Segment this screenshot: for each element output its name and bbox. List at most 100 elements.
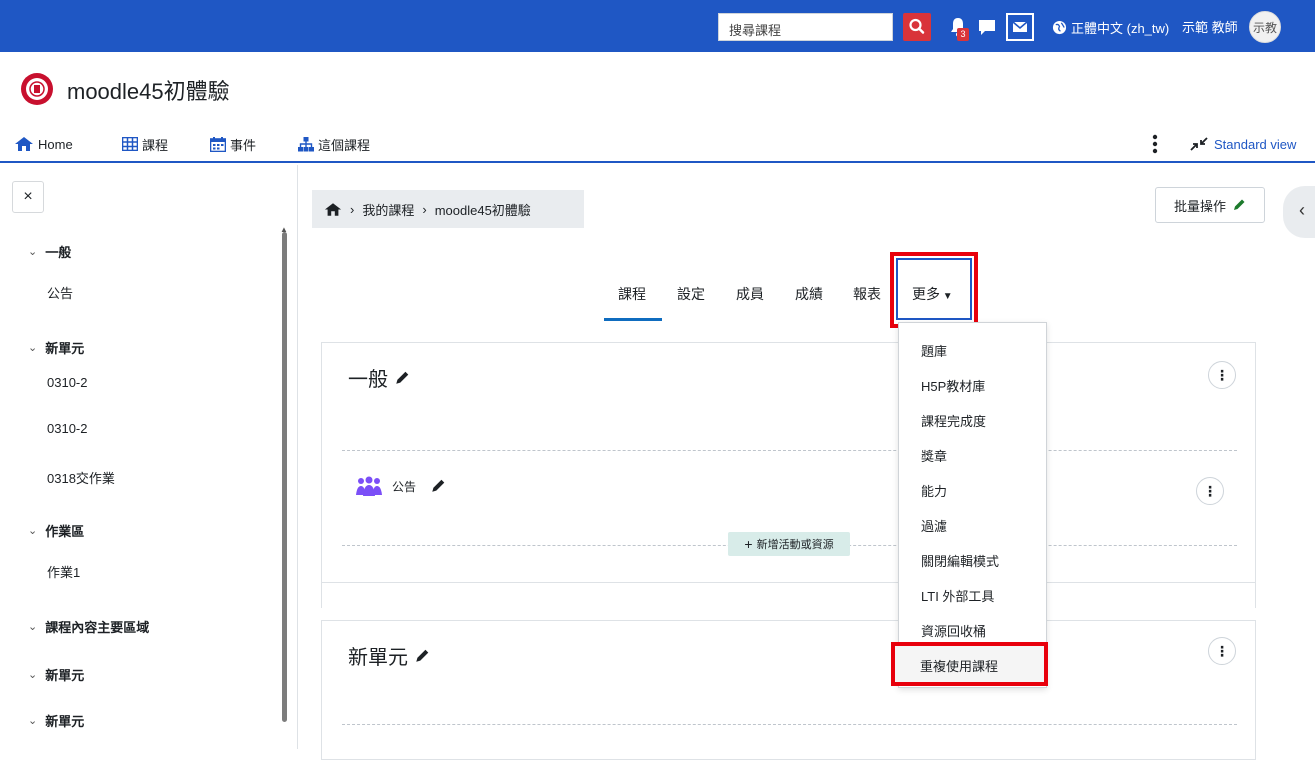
home-icon bbox=[15, 137, 33, 151]
course-index-activity[interactable]: 0310-2 bbox=[47, 421, 87, 436]
course-index-activity[interactable]: 0310-2 bbox=[47, 375, 87, 390]
menu-item-course-reuse-highlighted[interactable]: 重複使用課程 bbox=[891, 642, 1048, 686]
compress-arrows-icon bbox=[1190, 137, 1208, 151]
nav-this-course-label: 這個課程 bbox=[318, 137, 371, 153]
notification-count-badge: 3 bbox=[957, 28, 969, 41]
drawer-scrollbar[interactable] bbox=[282, 232, 287, 722]
messages-button[interactable] bbox=[1006, 13, 1034, 41]
bulk-edit-label: 批量操作 bbox=[1173, 198, 1226, 214]
plus-icon: + bbox=[744, 536, 753, 552]
menu-item-turn-editing-off[interactable]: 關閉編輯模式 bbox=[921, 551, 999, 570]
tab-settings[interactable]: 設定 bbox=[677, 284, 705, 304]
menu-item-course-completion[interactable]: 課程完成度 bbox=[921, 411, 986, 430]
standard-view-toggle[interactable]: Standard view bbox=[1190, 134, 1296, 154]
breadcrumb-separator-icon: › bbox=[422, 201, 427, 217]
course-index-section[interactable]: ⌄ 一般 bbox=[28, 242, 71, 261]
section-title: 一般 bbox=[45, 245, 72, 260]
active-tab-indicator bbox=[604, 318, 662, 321]
bulk-edit-button[interactable]: 批量操作 bbox=[1155, 187, 1265, 223]
avatar[interactable]: 示教 bbox=[1249, 11, 1281, 43]
language-label: 正體中文 (zh_tw) bbox=[1071, 20, 1170, 36]
chevron-down-icon[interactable]: ⌄ bbox=[28, 714, 37, 727]
breadcrumb-course[interactable]: moodle45初體驗 bbox=[435, 200, 531, 219]
course-index-activity[interactable]: 0318交作業 bbox=[47, 468, 115, 487]
divider bbox=[342, 450, 1237, 451]
course-section: 一般 ⋮ 公告 ⋮ + 新增活動或資源 bbox=[321, 342, 1256, 608]
grid-icon bbox=[122, 137, 138, 151]
nav-home[interactable]: Home bbox=[14, 134, 73, 154]
language-menu[interactable]: 正體中文 (zh_tw) bbox=[1052, 17, 1169, 37]
home-icon[interactable] bbox=[324, 202, 342, 217]
search-icon bbox=[909, 18, 925, 34]
chevron-down-icon[interactable]: ⌄ bbox=[28, 524, 37, 537]
menu-item-course-reuse[interactable]: 重複使用課程 bbox=[920, 656, 998, 675]
course-index-activity[interactable]: 作業1 bbox=[47, 562, 80, 581]
sitemap-icon bbox=[298, 136, 314, 151]
course-index-section[interactable]: ⌄ 新單元 bbox=[28, 711, 84, 730]
chevron-down-icon[interactable]: ⌄ bbox=[28, 341, 37, 354]
standard-view-label: Standard view bbox=[1214, 136, 1297, 152]
nav-events[interactable]: 事件 bbox=[210, 134, 256, 154]
section-title-text: 新單元 bbox=[348, 647, 408, 669]
menu-item-filters[interactable]: 過濾 bbox=[921, 516, 947, 535]
envelope-icon bbox=[1012, 21, 1028, 32]
pencil-icon bbox=[1234, 199, 1245, 210]
menu-item-badges[interactable]: 獎章 bbox=[921, 446, 947, 465]
course-index-activity[interactable]: 公告 bbox=[47, 283, 73, 302]
tab-course[interactable]: 課程 bbox=[618, 284, 646, 304]
section-actions-button[interactable]: ⋮ bbox=[1208, 637, 1236, 665]
course-index-section[interactable]: ⌄ 新單元 bbox=[28, 665, 84, 684]
kebab-menu-icon[interactable] bbox=[1150, 133, 1160, 155]
section-title: 新單元 bbox=[45, 341, 85, 356]
close-drawer-button[interactable]: × bbox=[12, 181, 44, 213]
course-search-input[interactable]: 搜尋課程 bbox=[718, 13, 893, 41]
course-index-drawer: × ▲ ⌄ 一般 公告 ⌄ 新單元 0310-2 0310-2 0318交作業 … bbox=[0, 165, 298, 749]
course-section: 新單元 ⋮ bbox=[321, 620, 1256, 760]
menu-item-h5p-bank[interactable]: H5P教材庫 bbox=[921, 376, 985, 395]
section-title[interactable]: 新單元 bbox=[348, 641, 430, 670]
nav-events-label: 事件 bbox=[230, 137, 257, 153]
course-index-section[interactable]: ⌄ 作業區 bbox=[28, 521, 84, 540]
highlight-box bbox=[890, 252, 978, 328]
tab-participants[interactable]: 成員 bbox=[736, 284, 764, 304]
globe-icon bbox=[1052, 20, 1067, 34]
course-index-section[interactable]: ⌄ 新單元 bbox=[28, 338, 84, 357]
menu-item-recycle-bin[interactable]: 資源回收桶 bbox=[921, 621, 986, 640]
add-activity-button[interactable]: + 新增活動或資源 bbox=[728, 532, 850, 556]
menu-item-lti-tools[interactable]: LTI 外部工具 bbox=[921, 586, 994, 605]
chevron-down-icon[interactable]: ⌄ bbox=[28, 668, 37, 681]
primary-navigation: Home 課程 事件 這個課程 Standard view bbox=[0, 125, 1315, 163]
open-block-drawer-button[interactable]: ‹ bbox=[1283, 186, 1315, 238]
menu-item-question-bank[interactable]: 題庫 bbox=[921, 341, 947, 360]
pencil-icon[interactable] bbox=[394, 370, 410, 386]
forum-people-icon bbox=[356, 476, 382, 496]
pencil-icon[interactable] bbox=[430, 478, 446, 494]
breadcrumb-separator-icon: › bbox=[350, 201, 355, 217]
menu-item-competencies[interactable]: 能力 bbox=[921, 481, 947, 500]
breadcrumb: › 我的課程 › moodle45初體驗 bbox=[312, 190, 584, 228]
section-title: 作業區 bbox=[45, 524, 85, 539]
pencil-icon[interactable] bbox=[414, 648, 430, 664]
nav-courses[interactable]: 課程 bbox=[122, 134, 168, 154]
breadcrumb-my-courses[interactable]: 我的課程 bbox=[362, 200, 414, 219]
activity-name[interactable]: 公告 bbox=[392, 478, 416, 495]
chevron-down-icon[interactable]: ⌄ bbox=[28, 620, 37, 633]
tab-grades[interactable]: 成績 bbox=[795, 284, 823, 304]
search-button[interactable] bbox=[903, 13, 931, 41]
section-title-text: 一般 bbox=[348, 369, 388, 391]
nav-this-course[interactable]: 這個課程 bbox=[298, 134, 370, 154]
section-title: 新單元 bbox=[45, 714, 85, 729]
tab-reports[interactable]: 報表 bbox=[853, 284, 881, 304]
activity-actions-button[interactable]: ⋮ bbox=[1196, 477, 1224, 505]
section-actions-button[interactable]: ⋮ bbox=[1208, 361, 1236, 389]
section-title[interactable]: 一般 bbox=[348, 363, 410, 392]
chevron-down-icon[interactable]: ⌄ bbox=[28, 245, 37, 258]
user-name[interactable]: 示範 教師 bbox=[1182, 17, 1238, 36]
more-dropdown-menu: 題庫 H5P教材庫 課程完成度 獎章 能力 過濾 關閉編輯模式 LTI 外部工具… bbox=[898, 322, 1047, 688]
site-name[interactable]: moodle45初體驗 bbox=[67, 74, 230, 106]
activity-item[interactable]: 公告 bbox=[354, 475, 446, 497]
divider bbox=[342, 724, 1237, 725]
course-index-section[interactable]: ⌄ 課程內容主要區域 bbox=[28, 617, 149, 636]
section-title: 課程內容主要區域 bbox=[45, 620, 150, 635]
chat-icon[interactable] bbox=[977, 17, 997, 37]
